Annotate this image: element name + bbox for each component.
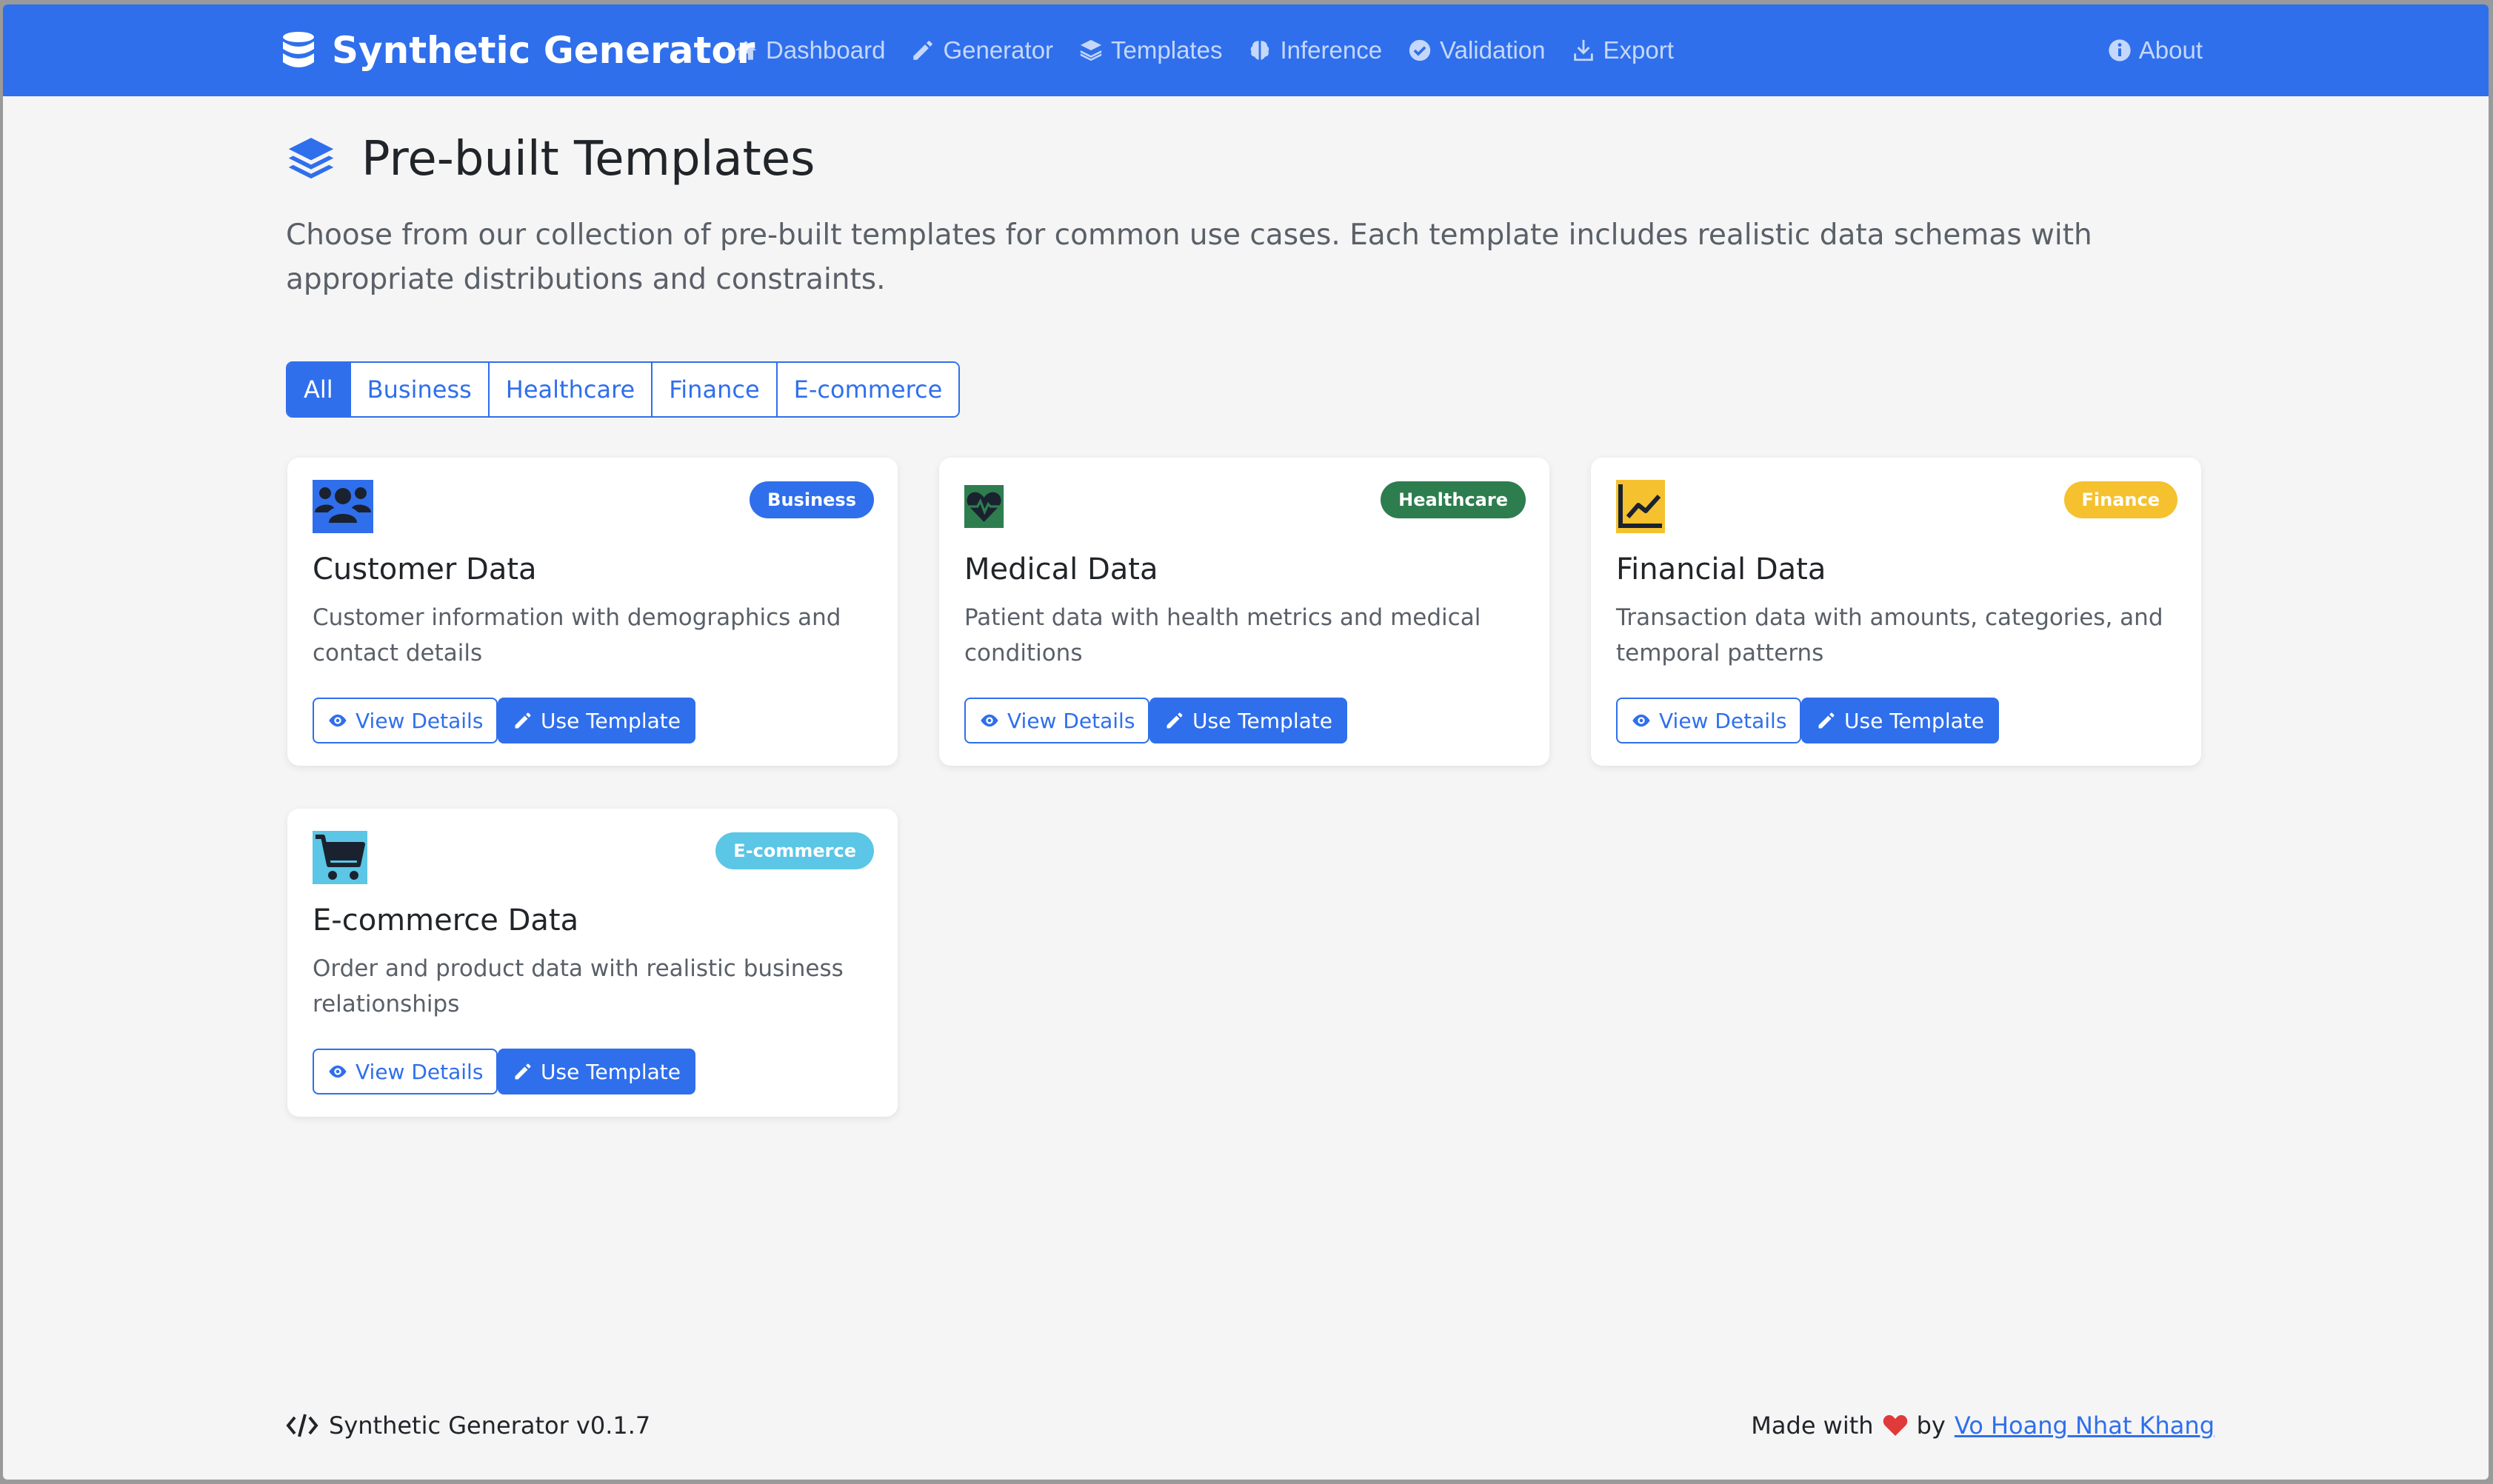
category-badge: Healthcare <box>1381 481 1526 518</box>
info-icon <box>2109 39 2131 61</box>
by-text: by <box>1916 1411 1946 1440</box>
button-label: Use Template <box>541 708 681 733</box>
template-card-medical: Healthcare Medical Data Patient data wit… <box>939 458 1549 766</box>
button-label: Use Template <box>1844 708 1984 733</box>
card-title: E-commerce Data <box>313 903 579 937</box>
version-text: Synthetic Generator v0.1.7 <box>329 1411 651 1440</box>
browser-window: Synthetic Generator Dashboard Generator … <box>3 4 2489 1480</box>
layers-icon <box>1080 39 1102 61</box>
pencil-icon <box>1167 712 1183 729</box>
house-icon <box>735 41 757 60</box>
made-with-text: Made with <box>1751 1411 1874 1440</box>
card-description: Transaction data with amounts, categorie… <box>1616 604 2163 666</box>
card-title: Financial Data <box>1616 552 1826 586</box>
pencil-icon <box>1818 712 1835 729</box>
eye-icon <box>1632 714 1650 727</box>
category-filter-group: All Business Healthcare Finance E-commer… <box>286 361 961 418</box>
view-details-button[interactable]: View Details <box>1616 698 1802 743</box>
cart-icon <box>313 831 367 884</box>
check-circle-icon <box>1409 39 1431 61</box>
use-template-button[interactable]: Use Template <box>498 698 695 743</box>
view-details-button[interactable]: View Details <box>313 698 498 743</box>
page-heading: Pre-built Templates <box>286 132 815 187</box>
pencil-icon <box>913 41 933 60</box>
page-title: Pre-built Templates <box>361 132 815 187</box>
nav-link-label: Templates <box>1111 36 1223 64</box>
template-card-customer: Business Customer Data Customer informat… <box>287 458 898 766</box>
view-details-button[interactable]: View Details <box>313 1049 498 1094</box>
eye-icon <box>329 1065 347 1078</box>
heart-pulse-icon <box>964 485 1004 528</box>
filter-finance[interactable]: Finance <box>651 363 776 416</box>
use-template-button[interactable]: Use Template <box>498 1049 695 1094</box>
template-card-financial: Finance Financial Data Transaction data … <box>1591 458 2201 766</box>
category-badge: Finance <box>2063 481 2177 518</box>
card-description: Customer information with demographics a… <box>313 604 841 666</box>
use-template-button[interactable]: Use Template <box>1149 698 1347 743</box>
footer-credit: Made with by Vo Hoang Nhat Khang <box>1751 1411 2215 1440</box>
nav-link-about[interactable]: About <box>2108 4 2203 96</box>
code-icon <box>286 1414 318 1437</box>
card-description: Order and product data with realistic bu… <box>313 955 844 1017</box>
author-link[interactable]: Vo Hoang Nhat Khang <box>1955 1411 2215 1440</box>
filter-all[interactable]: All <box>287 363 350 416</box>
footer-version: Synthetic Generator v0.1.7 <box>286 1411 650 1440</box>
category-badge: Business <box>750 481 874 518</box>
top-navbar: Synthetic Generator Dashboard Generator … <box>3 4 2489 96</box>
brand-title: Synthetic Generator <box>332 29 755 72</box>
nav-link-export[interactable]: Export <box>1571 36 1674 64</box>
filter-business[interactable]: Business <box>349 363 488 416</box>
category-badge: E-commerce <box>715 832 874 869</box>
button-label: View Details <box>1007 708 1135 733</box>
button-label: View Details <box>356 708 484 733</box>
nav-links: Dashboard Generator Templates Inference … <box>733 4 1674 96</box>
nav-link-generator[interactable]: Generator <box>910 36 1053 64</box>
pencil-icon <box>515 1063 531 1080</box>
chart-line-icon <box>1616 480 1665 533</box>
button-label: View Details <box>356 1059 484 1084</box>
nav-link-label: Dashboard <box>766 36 886 64</box>
filter-ecommerce[interactable]: E-commerce <box>775 363 959 416</box>
nav-link-templates[interactable]: Templates <box>1078 36 1222 64</box>
pencil-icon <box>515 712 531 729</box>
template-card-ecommerce: E-commerce E-commerce Data Order and pro… <box>287 809 898 1117</box>
view-details-button[interactable]: View Details <box>964 698 1150 743</box>
use-template-button[interactable]: Use Template <box>1801 698 1999 743</box>
layers-icon <box>288 138 334 179</box>
button-label: Use Template <box>1192 708 1332 733</box>
eye-icon <box>981 714 998 727</box>
filter-healthcare[interactable]: Healthcare <box>487 363 652 416</box>
download-icon <box>1573 39 1593 61</box>
nav-link-label: Validation <box>1440 36 1546 64</box>
card-description: Patient data with health metrics and med… <box>964 604 1481 666</box>
heart-icon <box>1883 1415 1907 1436</box>
card-title: Medical Data <box>964 552 1158 586</box>
nav-link-validation[interactable]: Validation <box>1407 36 1546 64</box>
button-label: Use Template <box>541 1059 681 1084</box>
database-icon <box>283 32 314 67</box>
about-label: About <box>2138 36 2203 64</box>
button-label: View Details <box>1659 708 1787 733</box>
brain-icon <box>1251 41 1269 60</box>
nav-link-inference[interactable]: Inference <box>1247 36 1382 64</box>
nav-link-label: Inference <box>1280 36 1383 64</box>
eye-icon <box>329 714 347 727</box>
nav-link-dashboard[interactable]: Dashboard <box>733 36 885 64</box>
nav-link-label: Generator <box>943 36 1054 64</box>
card-title: Customer Data <box>313 552 537 586</box>
brand[interactable]: Synthetic Generator <box>281 4 755 96</box>
users-icon <box>313 480 373 533</box>
page-description: Choose from our collection of pre-built … <box>286 218 2092 296</box>
nav-link-label: Export <box>1603 36 1674 64</box>
